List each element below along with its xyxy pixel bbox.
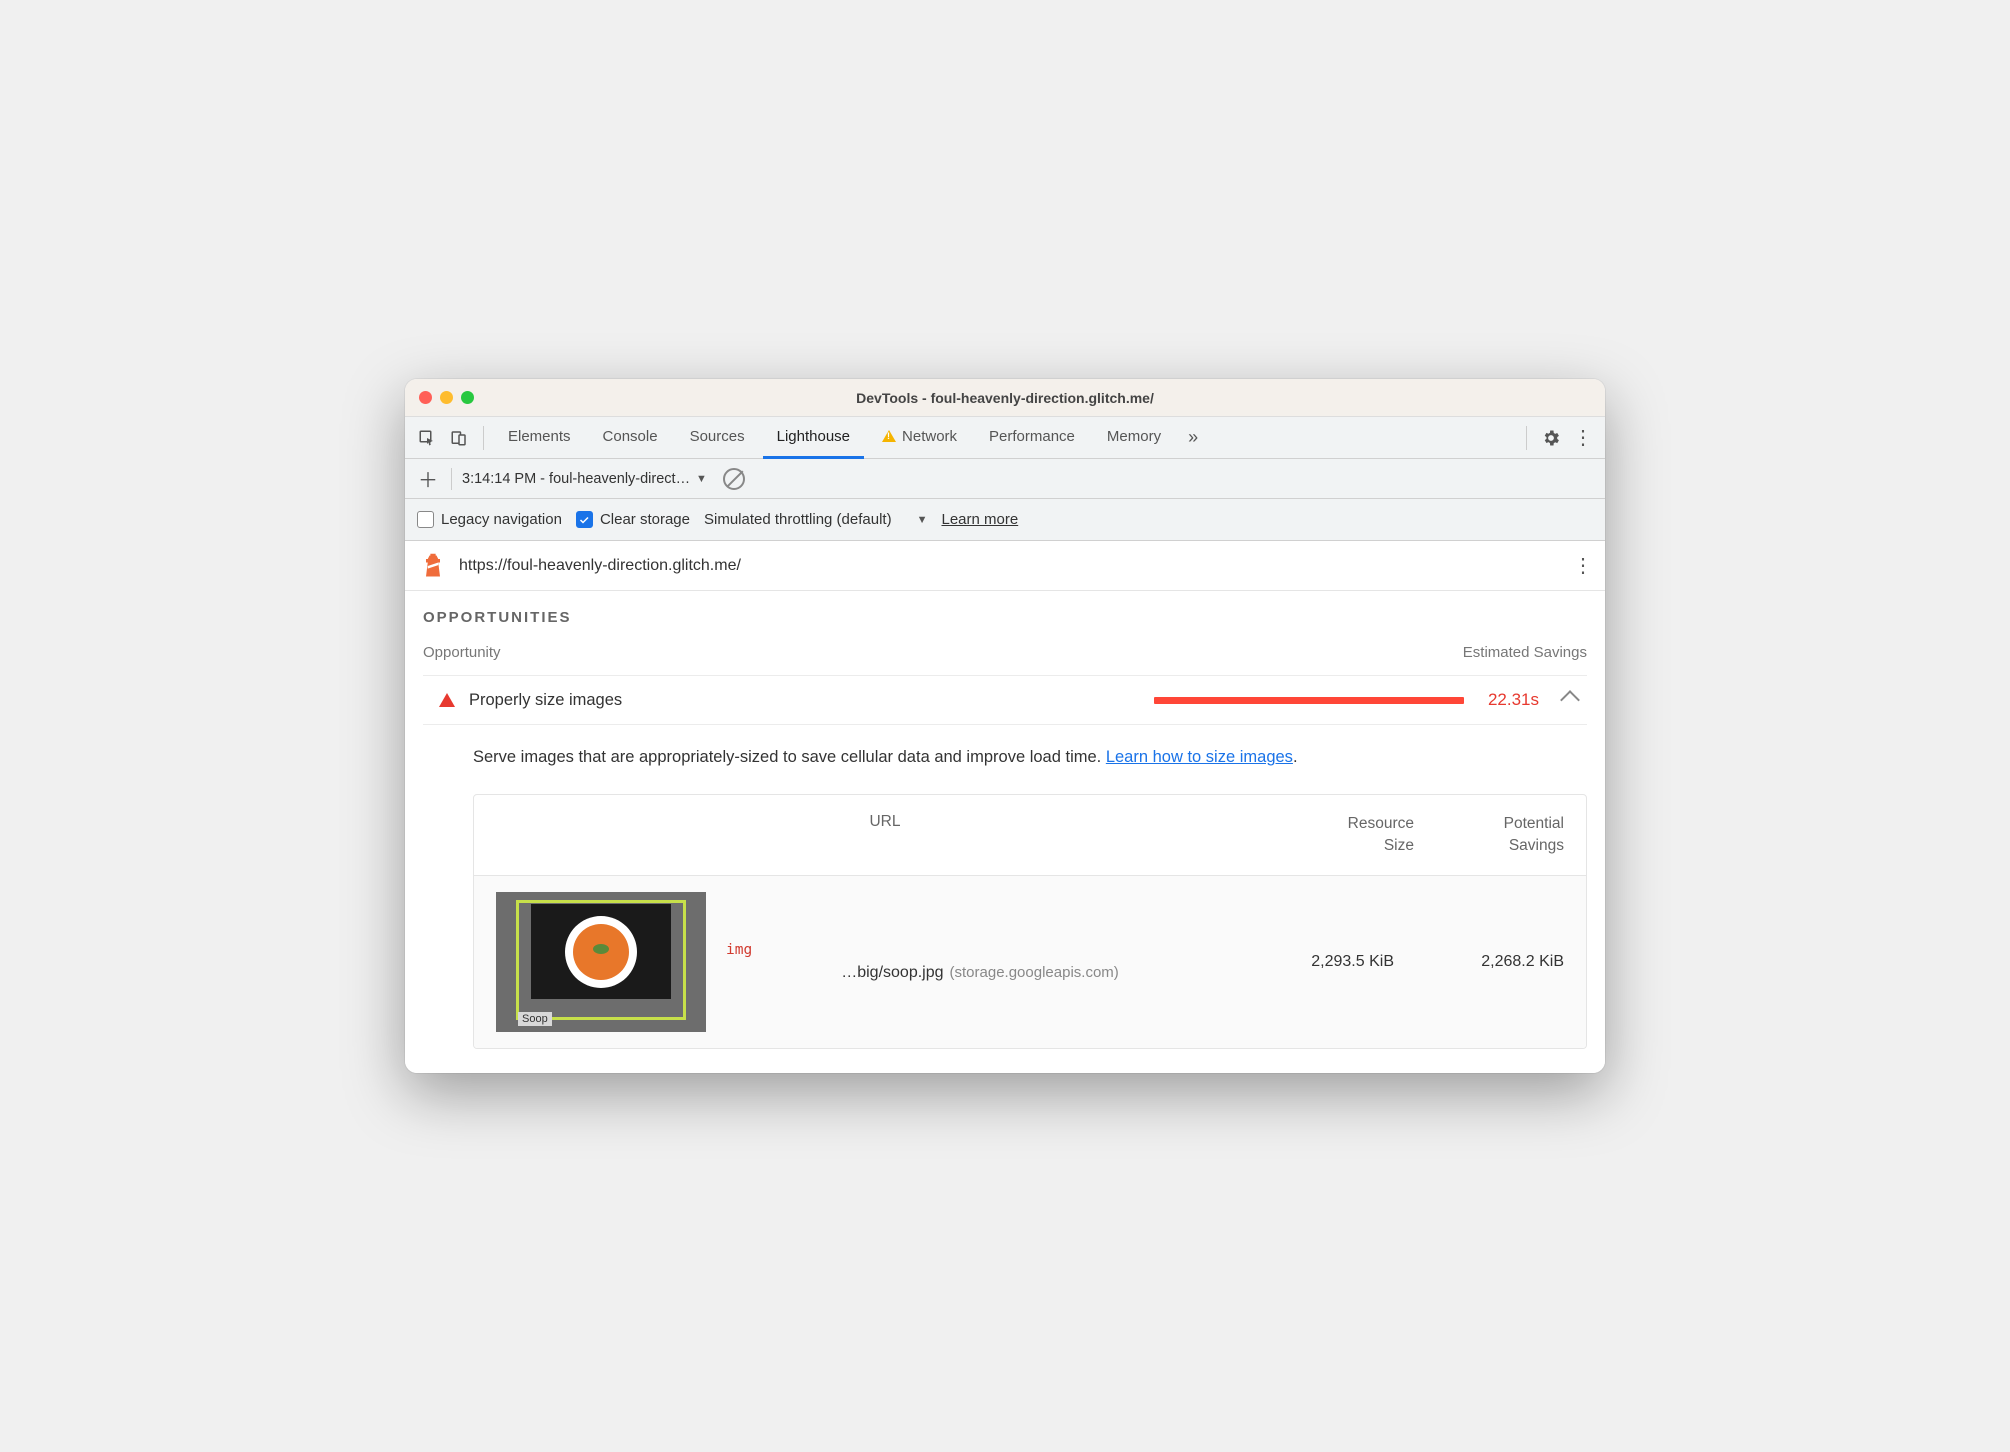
opportunity-value: 22.31s	[1488, 690, 1539, 710]
cell-size: 2,293.5 KiB	[1254, 953, 1394, 971]
more-tabs-icon[interactable]: »	[1179, 424, 1207, 452]
th-url: URL	[496, 813, 1274, 856]
window-title: DevTools - foul-heavenly-direction.glitc…	[405, 390, 1605, 406]
cell-url: img …big/soop.jpg (storage.googleapis.co…	[726, 942, 1234, 982]
tab-lighthouse[interactable]: Lighthouse	[763, 417, 864, 459]
tab-elements[interactable]: Elements	[494, 417, 585, 459]
report-menu-icon[interactable]: ⋮	[1573, 553, 1591, 578]
thumb-caption: Soop	[518, 1012, 552, 1026]
devtools-window: DevTools - foul-heavenly-direction.glitc…	[405, 379, 1605, 1072]
tab-network[interactable]: Network	[868, 417, 971, 459]
table-header: URL Resource Size Potential Savings	[474, 795, 1586, 875]
tab-sources[interactable]: Sources	[676, 417, 759, 459]
report-selector[interactable]: 3:14:14 PM - foul-heavenly-direction.gli…	[462, 471, 707, 487]
settings-icon[interactable]	[1537, 424, 1565, 452]
checkbox-unchecked-icon[interactable]	[417, 511, 434, 528]
report-content: OPPORTUNITIES Opportunity Estimated Savi…	[405, 591, 1605, 1072]
warning-icon	[882, 430, 896, 442]
new-report-button[interactable]: ＋	[415, 466, 441, 492]
description-link[interactable]: Learn how to size images	[1106, 748, 1293, 766]
col-opportunity: Opportunity	[423, 644, 501, 661]
description-period: .	[1293, 748, 1298, 766]
chevron-up-icon[interactable]	[1560, 691, 1580, 711]
separator	[483, 426, 484, 450]
fail-triangle-icon	[439, 693, 455, 707]
titlebar: DevTools - foul-heavenly-direction.glitc…	[405, 379, 1605, 417]
resource-path: …big/soop.jpg	[841, 964, 943, 982]
option-clear-label: Clear storage	[600, 511, 690, 528]
separator	[1526, 426, 1527, 450]
highlight-box-icon	[516, 900, 686, 1020]
tab-network-label: Network	[902, 428, 957, 445]
opportunity-label: Properly size images	[469, 691, 622, 710]
chevron-down-icon: ▼	[917, 514, 928, 526]
description-text: Serve images that are appropriately-size…	[473, 748, 1106, 766]
thumbnail: Soop	[496, 892, 706, 1032]
opportunity-description: Serve images that are appropriately-size…	[423, 725, 1587, 794]
inspect-element-icon[interactable]	[413, 424, 441, 452]
option-legacy-navigation[interactable]: Legacy navigation	[417, 511, 562, 528]
device-mode-icon[interactable]	[445, 424, 473, 452]
th-savings: Potential Savings	[1414, 813, 1564, 856]
col-savings: Estimated Savings	[1463, 644, 1587, 661]
report-selector-label: 3:14:14 PM - foul-heavenly-direction.gli…	[462, 471, 692, 487]
section-title: OPPORTUNITIES	[423, 609, 1587, 626]
lighthouse-icon	[419, 552, 447, 580]
report-url-row: https://foul-heavenly-direction.glitch.m…	[405, 541, 1605, 591]
chevron-down-icon: ▼	[696, 473, 707, 485]
th-size: Resource Size	[1274, 813, 1414, 856]
lighthouse-toolbar: ＋ 3:14:14 PM - foul-heavenly-direction.g…	[405, 459, 1605, 499]
option-legacy-label: Legacy navigation	[441, 511, 562, 528]
resource-host: (storage.googleapis.com)	[950, 964, 1119, 981]
tab-performance[interactable]: Performance	[975, 417, 1089, 459]
tab-console[interactable]: Console	[589, 417, 672, 459]
savings-bar	[1154, 697, 1464, 704]
option-throttling-label: Simulated throttling (default)	[704, 511, 892, 528]
option-throttling[interactable]: Simulated throttling (default) ▼	[704, 511, 928, 528]
opportunity-columns: Opportunity Estimated Savings	[423, 644, 1587, 661]
checkbox-checked-icon[interactable]	[576, 511, 593, 528]
separator	[451, 468, 452, 490]
resource-table: URL Resource Size Potential Savings Soop	[473, 794, 1587, 1048]
table-row[interactable]: Soop img …big/soop.jpg (storage.googleap…	[474, 876, 1586, 1048]
kebab-menu-icon[interactable]: ⋮	[1569, 424, 1597, 452]
cell-savings: 2,268.2 KiB	[1414, 953, 1564, 971]
report-url: https://foul-heavenly-direction.glitch.m…	[459, 557, 741, 575]
lighthouse-options: Legacy navigation Clear storage Simulate…	[405, 499, 1605, 541]
learn-more-link[interactable]: Learn more	[941, 511, 1018, 528]
clear-icon[interactable]	[723, 468, 745, 490]
option-clear-storage[interactable]: Clear storage	[576, 511, 690, 528]
opportunity-row[interactable]: Properly size images 22.31s	[423, 675, 1587, 725]
tab-memory[interactable]: Memory	[1093, 417, 1175, 459]
element-type-label: img	[726, 942, 1234, 958]
panel-tabstrip: Elements Console Sources Lighthouse Netw…	[405, 417, 1605, 459]
